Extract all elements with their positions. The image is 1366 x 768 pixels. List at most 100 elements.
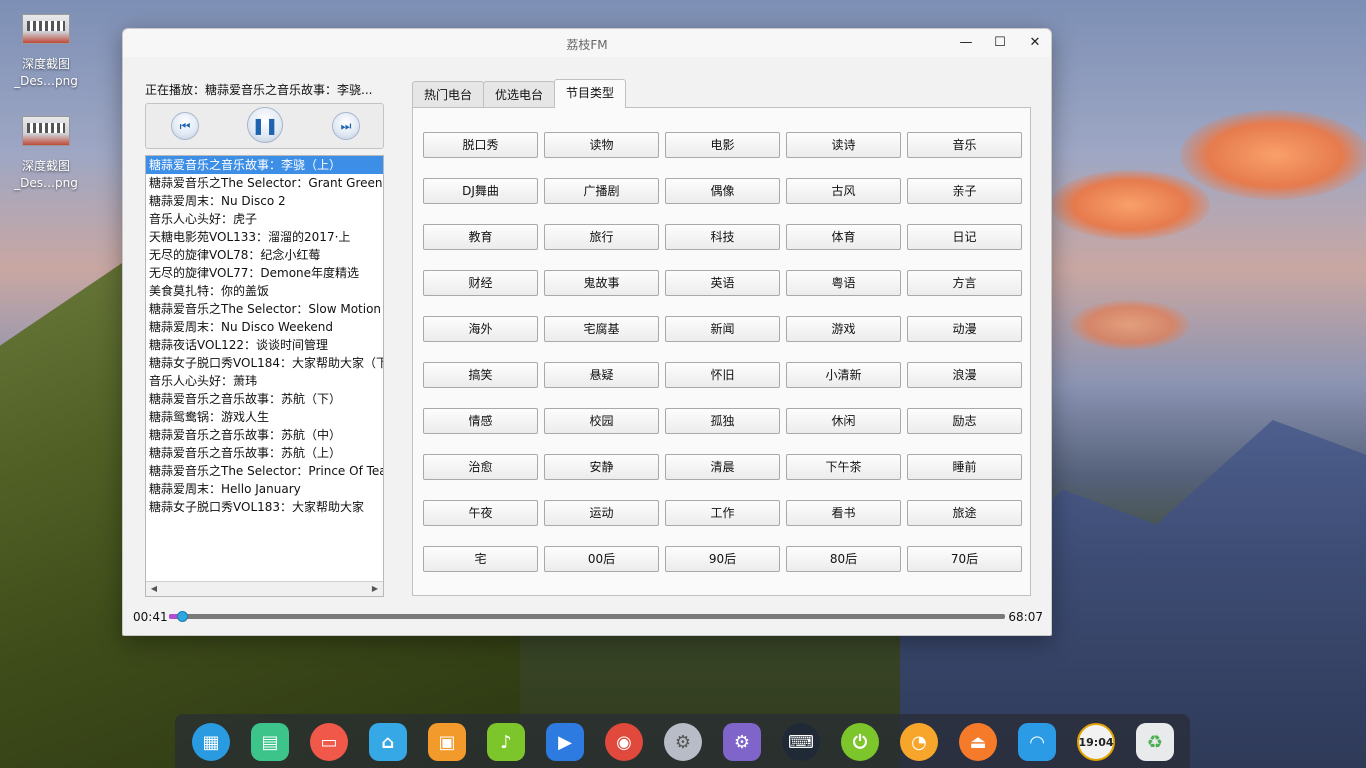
category-button[interactable]: 旅途: [907, 500, 1022, 526]
launcher-icon[interactable]: ▦: [192, 723, 230, 761]
eject-icon[interactable]: ⏏: [959, 723, 997, 761]
progress-slider[interactable]: [169, 611, 1005, 622]
tab-hot-stations[interactable]: 热门电台: [412, 81, 485, 108]
category-button[interactable]: 午夜: [423, 500, 538, 526]
category-button[interactable]: 休闲: [786, 408, 901, 434]
clock-icon[interactable]: 19:04: [1077, 723, 1115, 761]
playlist-item[interactable]: 糖蒜爱音乐之音乐故事：苏航（上）: [146, 444, 383, 462]
category-button[interactable]: 怀旧: [665, 362, 780, 388]
category-button[interactable]: 90后: [665, 546, 780, 572]
category-button[interactable]: 财经: [423, 270, 538, 296]
category-button[interactable]: 体育: [786, 224, 901, 250]
playlist-item[interactable]: 糖蒜爱音乐之音乐故事：李骁（上）: [146, 156, 383, 174]
settings-icon[interactable]: ⚙: [664, 723, 702, 761]
category-button[interactable]: 励志: [907, 408, 1022, 434]
category-button[interactable]: 电影: [665, 132, 780, 158]
playlist-item[interactable]: 糖蒜爱周末：Nu Disco Weekend: [146, 318, 383, 336]
category-button[interactable]: 搞笑: [423, 362, 538, 388]
category-button[interactable]: 海外: [423, 316, 538, 342]
scroll-right-icon[interactable]: ▶: [369, 583, 381, 595]
category-button[interactable]: 英语: [665, 270, 780, 296]
app-store-icon[interactable]: ▣: [428, 723, 466, 761]
music-icon[interactable]: ♪: [487, 723, 525, 761]
category-button[interactable]: 宅腐基: [544, 316, 659, 342]
category-button[interactable]: 校园: [544, 408, 659, 434]
playlist-item[interactable]: 糖蒜女子脱口秀VOL184：大家帮助大家（下）: [146, 354, 383, 372]
category-button[interactable]: 方言: [907, 270, 1022, 296]
previous-button[interactable]: ⏮: [171, 112, 199, 140]
onboard-keyboard-icon[interactable]: ⌨: [782, 723, 820, 761]
scroll-left-icon[interactable]: ◀: [148, 583, 160, 595]
playlist-item[interactable]: 糖蒜爱周末：Hello January: [146, 480, 383, 498]
close-button[interactable]: ✕: [1021, 33, 1049, 53]
titlebar[interactable]: 荔枝FM — ☐ ✕: [123, 29, 1051, 57]
category-button[interactable]: 粤语: [786, 270, 901, 296]
screen-record-icon[interactable]: ▭: [310, 723, 348, 761]
category-button[interactable]: 读诗: [786, 132, 901, 158]
category-button[interactable]: 睡前: [907, 454, 1022, 480]
next-button[interactable]: ⏭: [332, 112, 360, 140]
category-button[interactable]: 鬼故事: [544, 270, 659, 296]
category-button[interactable]: 70后: [907, 546, 1022, 572]
desktop-file-screenshot[interactable]: 深度截图 _Des…png: [14, 116, 78, 192]
category-button[interactable]: 古风: [786, 178, 901, 204]
minimize-button[interactable]: —: [952, 33, 980, 53]
category-button[interactable]: 亲子: [907, 178, 1022, 204]
multitask-view-icon[interactable]: ▤: [251, 723, 289, 761]
category-button[interactable]: 广播剧: [544, 178, 659, 204]
category-button[interactable]: 运动: [544, 500, 659, 526]
category-button[interactable]: 浪漫: [907, 362, 1022, 388]
category-button[interactable]: 游戏: [786, 316, 901, 342]
category-button[interactable]: 科技: [665, 224, 780, 250]
category-button[interactable]: 读物: [544, 132, 659, 158]
category-button[interactable]: 教育: [423, 224, 538, 250]
playlist-item[interactable]: 糖蒜爱音乐之The Selector：Prince Of Tears: [146, 462, 383, 480]
playlist-item[interactable]: 糖蒜鸳鸯锅：游戏人生: [146, 408, 383, 426]
category-button[interactable]: 清晨: [665, 454, 780, 480]
category-button[interactable]: 宅: [423, 546, 538, 572]
playlist-item[interactable]: 糖蒜爱周末：Nu Disco 2: [146, 192, 383, 210]
wifi-icon[interactable]: ◠: [1018, 723, 1056, 761]
trash-icon[interactable]: ♻: [1136, 723, 1174, 761]
power-icon[interactable]: ⏻: [841, 723, 879, 761]
desktop-file-screenshot[interactable]: 深度截图 _Des…png: [14, 14, 78, 90]
category-button[interactable]: 孤独: [665, 408, 780, 434]
progress-handle[interactable]: [177, 611, 189, 622]
chrome-icon[interactable]: ◉: [605, 723, 643, 761]
category-button[interactable]: 悬疑: [544, 362, 659, 388]
playlist-item[interactable]: 无尽的旋律VOL78：纪念小红莓: [146, 246, 383, 264]
playlist-item[interactable]: 糖蒜爱音乐之音乐故事：苏航（中）: [146, 426, 383, 444]
category-button[interactable]: 看书: [786, 500, 901, 526]
category-button[interactable]: 00后: [544, 546, 659, 572]
tab-program-types[interactable]: 节目类型: [554, 79, 627, 108]
category-button[interactable]: 小清新: [786, 362, 901, 388]
playlist-item[interactable]: 糖蒜女子脱口秀VOL183：大家帮助大家: [146, 498, 383, 516]
playlist[interactable]: 糖蒜爱音乐之音乐故事：李骁（上） 糖蒜爱音乐之The Selector：Gran…: [145, 155, 384, 597]
category-button[interactable]: 动漫: [907, 316, 1022, 342]
tab-featured-stations[interactable]: 优选电台: [483, 81, 556, 108]
category-button[interactable]: 情感: [423, 408, 538, 434]
playlist-item[interactable]: 糖蒜爱音乐之音乐故事：苏航（下）: [146, 390, 383, 408]
file-manager-icon[interactable]: ⌂: [369, 723, 407, 761]
playlist-item[interactable]: 糖蒜爱音乐之The Selector：Slow Motion: [146, 300, 383, 318]
playlist-item[interactable]: 美食莫扎特：你的盖饭: [146, 282, 383, 300]
horizontal-scrollbar[interactable]: ◀ ▶: [146, 581, 383, 596]
playlist-item[interactable]: 糖蒜夜话VOL122：谈谈时间管理: [146, 336, 383, 354]
maximize-button[interactable]: ☐: [986, 33, 1014, 53]
category-button[interactable]: 新闻: [665, 316, 780, 342]
playlist-item[interactable]: 天糖电影苑VOL133：溜溜的2017·上: [146, 228, 383, 246]
playlist-item[interactable]: 音乐人心头好：虎子: [146, 210, 383, 228]
category-button[interactable]: 工作: [665, 500, 780, 526]
category-button[interactable]: 下午茶: [786, 454, 901, 480]
playlist-item[interactable]: 糖蒜爱音乐之The Selector：Grant Green: [146, 174, 383, 192]
category-button[interactable]: 治愈: [423, 454, 538, 480]
pause-button[interactable]: ❚❚: [247, 107, 283, 143]
category-button[interactable]: 旅行: [544, 224, 659, 250]
category-button[interactable]: 80后: [786, 546, 901, 572]
category-button[interactable]: 脱口秀: [423, 132, 538, 158]
playlist-item[interactable]: 无尽的旋律VOL77：Demone年度精选: [146, 264, 383, 282]
category-button[interactable]: DJ舞曲: [423, 178, 538, 204]
category-button[interactable]: 安静: [544, 454, 659, 480]
lychee-fm-icon[interactable]: ◔: [900, 723, 938, 761]
playlist-item[interactable]: 音乐人心头好：萧玮: [146, 372, 383, 390]
